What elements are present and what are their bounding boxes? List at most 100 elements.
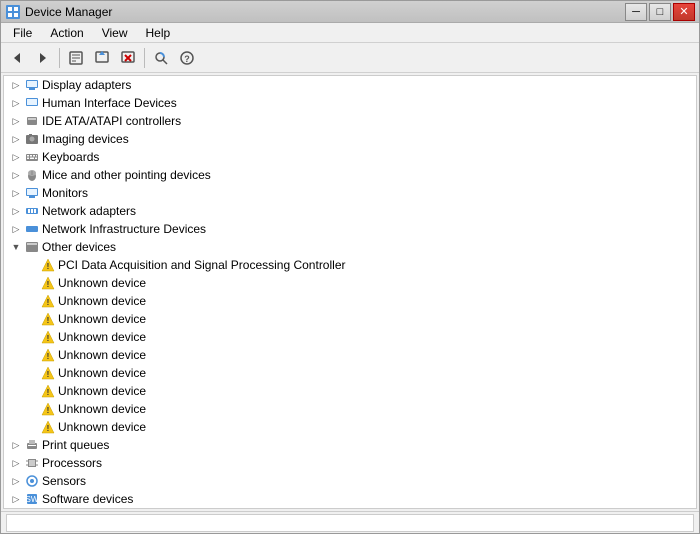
tree-item-unknown-7[interactable]: ! Unknown device xyxy=(4,382,696,400)
content-area: ▷ Display adapters ▷ Human Interface Dev… xyxy=(1,73,699,511)
expand-icon-empty xyxy=(24,383,40,399)
back-button[interactable] xyxy=(5,46,29,70)
forward-button[interactable] xyxy=(31,46,55,70)
tree-item-unknown-2[interactable]: ! Unknown device xyxy=(4,292,696,310)
keyboards-label: Keyboards xyxy=(42,150,99,164)
svg-text:!: ! xyxy=(47,334,50,343)
menu-view[interactable]: View xyxy=(94,24,136,42)
unknown-device-label-2: Unknown device xyxy=(58,294,146,308)
expand-icon[interactable]: ▷ xyxy=(8,149,24,165)
unknown-device-icon-5: ! xyxy=(40,347,56,363)
network-adapters-label: Network adapters xyxy=(42,204,136,218)
tree-item-network-adapters[interactable]: ▷ Network adapters xyxy=(4,202,696,220)
properties-button[interactable] xyxy=(64,46,88,70)
tree-item-unknown-3[interactable]: ! Unknown device xyxy=(4,310,696,328)
svg-text:!: ! xyxy=(47,316,50,325)
tree-item-software-devices[interactable]: ▷ SW Software devices xyxy=(4,490,696,508)
expand-icon[interactable]: ▷ xyxy=(8,221,24,237)
expand-icon-empty xyxy=(24,275,40,291)
expand-icon[interactable]: ▷ xyxy=(8,95,24,111)
tree-item-imaging[interactable]: ▷ Imaging devices xyxy=(4,130,696,148)
tree-item-other-devices[interactable]: ▼ Other devices xyxy=(4,238,696,256)
expand-icon[interactable]: ▷ xyxy=(8,77,24,93)
unknown-device-label-3: Unknown device xyxy=(58,312,146,326)
window-title: Device Manager xyxy=(25,5,112,19)
scan-button[interactable] xyxy=(149,46,173,70)
human-interface-icon xyxy=(24,95,40,111)
tree-item-monitors[interactable]: ▷ Monitors xyxy=(4,184,696,202)
expand-icon[interactable]: ▷ xyxy=(8,491,24,507)
network-adapters-icon xyxy=(24,203,40,219)
imaging-label: Imaging devices xyxy=(42,132,129,146)
tree-item-print-queues[interactable]: ▷ Print queues xyxy=(4,436,696,454)
keyboards-icon xyxy=(24,149,40,165)
other-devices-icon xyxy=(24,239,40,255)
tree-item-unknown-4[interactable]: ! Unknown device xyxy=(4,328,696,346)
expand-icon[interactable]: ▷ xyxy=(8,131,24,147)
expand-icon-empty xyxy=(24,419,40,435)
print-queues-label: Print queues xyxy=(42,438,109,452)
svg-text:SW: SW xyxy=(26,495,39,504)
tree-item-pci-data[interactable]: ! PCI Data Acquisition and Signal Proces… xyxy=(4,256,696,274)
tree-item-sensors[interactable]: ▷ Sensors xyxy=(4,472,696,490)
expand-icon-empty xyxy=(24,365,40,381)
expand-icon[interactable]: ▷ xyxy=(8,113,24,129)
unknown-device-icon-8: ! xyxy=(40,401,56,417)
device-manager-window: Device Manager ─ □ ✕ File Action View He… xyxy=(0,0,700,534)
display-adapters-icon xyxy=(24,77,40,93)
tree-item-unknown-9[interactable]: ! Unknown device xyxy=(4,418,696,436)
menu-help[interactable]: Help xyxy=(138,24,179,42)
device-tree[interactable]: ▷ Display adapters ▷ Human Interface Dev… xyxy=(3,75,697,509)
unknown-device-label-8: Unknown device xyxy=(58,402,146,416)
uninstall-button[interactable] xyxy=(116,46,140,70)
expand-icon[interactable]: ▷ xyxy=(8,437,24,453)
update-driver-button[interactable] xyxy=(90,46,114,70)
unknown-device-icon-9: ! xyxy=(40,419,56,435)
expand-icon[interactable]: ▷ xyxy=(8,203,24,219)
tree-item-unknown-8[interactable]: ! Unknown device xyxy=(4,400,696,418)
tree-item-processors[interactable]: ▷ Processors xyxy=(4,454,696,472)
tree-item-keyboards[interactable]: ▷ Keyboards xyxy=(4,148,696,166)
help-button[interactable]: ? xyxy=(175,46,199,70)
expand-icon[interactable]: ▷ xyxy=(8,473,24,489)
sensors-icon xyxy=(24,473,40,489)
monitors-label: Monitors xyxy=(42,186,88,200)
expand-icon[interactable]: ▷ xyxy=(8,167,24,183)
expand-icon-empty xyxy=(24,347,40,363)
tree-item-display-adapters[interactable]: ▷ Display adapters xyxy=(4,76,696,94)
unknown-device-icon-1: ! xyxy=(40,275,56,291)
tree-item-unknown-5[interactable]: ! Unknown device xyxy=(4,346,696,364)
tree-item-ide-ata[interactable]: ▷ IDE ATA/ATAPI controllers xyxy=(4,112,696,130)
svg-text:!: ! xyxy=(47,298,50,307)
title-bar-left: Device Manager xyxy=(5,4,112,20)
tree-item-mice[interactable]: ▷ Mice and other pointing devices xyxy=(4,166,696,184)
svg-text:!: ! xyxy=(47,352,50,361)
tree-item-network-infra[interactable]: ▷ Network Infrastructure Devices xyxy=(4,220,696,238)
menu-bar: File Action View Help xyxy=(1,23,699,43)
close-button[interactable]: ✕ xyxy=(673,3,695,21)
tree-item-unknown-6[interactable]: ! Unknown device xyxy=(4,364,696,382)
unknown-device-label-6: Unknown device xyxy=(58,366,146,380)
unknown-device-label-5: Unknown device xyxy=(58,348,146,362)
expand-icon-empty xyxy=(24,311,40,327)
expand-icon[interactable]: ▷ xyxy=(8,455,24,471)
menu-file[interactable]: File xyxy=(5,24,40,42)
software-devices-icon: SW xyxy=(24,491,40,507)
maximize-button[interactable]: □ xyxy=(649,3,671,21)
status-bar xyxy=(1,511,699,533)
toolbar: ? xyxy=(1,43,699,73)
tree-item-human-interface[interactable]: ▷ Human Interface Devices xyxy=(4,94,696,112)
toolbar-separator-2 xyxy=(144,48,145,68)
unknown-device-icon-2: ! xyxy=(40,293,56,309)
expand-icon-other[interactable]: ▼ xyxy=(8,239,24,255)
tree-item-sound-game[interactable]: ▷ Sound, video and game controllers xyxy=(4,508,696,509)
app-icon xyxy=(5,4,21,20)
tree-item-unknown-1[interactable]: ! Unknown device xyxy=(4,274,696,292)
svg-text:!: ! xyxy=(47,406,50,415)
minimize-button[interactable]: ─ xyxy=(625,3,647,21)
mice-label: Mice and other pointing devices xyxy=(42,168,211,182)
expand-icon[interactable]: ▷ xyxy=(8,185,24,201)
expand-icon-empty xyxy=(24,401,40,417)
menu-action[interactable]: Action xyxy=(42,24,91,42)
unknown-device-label-7: Unknown device xyxy=(58,384,146,398)
